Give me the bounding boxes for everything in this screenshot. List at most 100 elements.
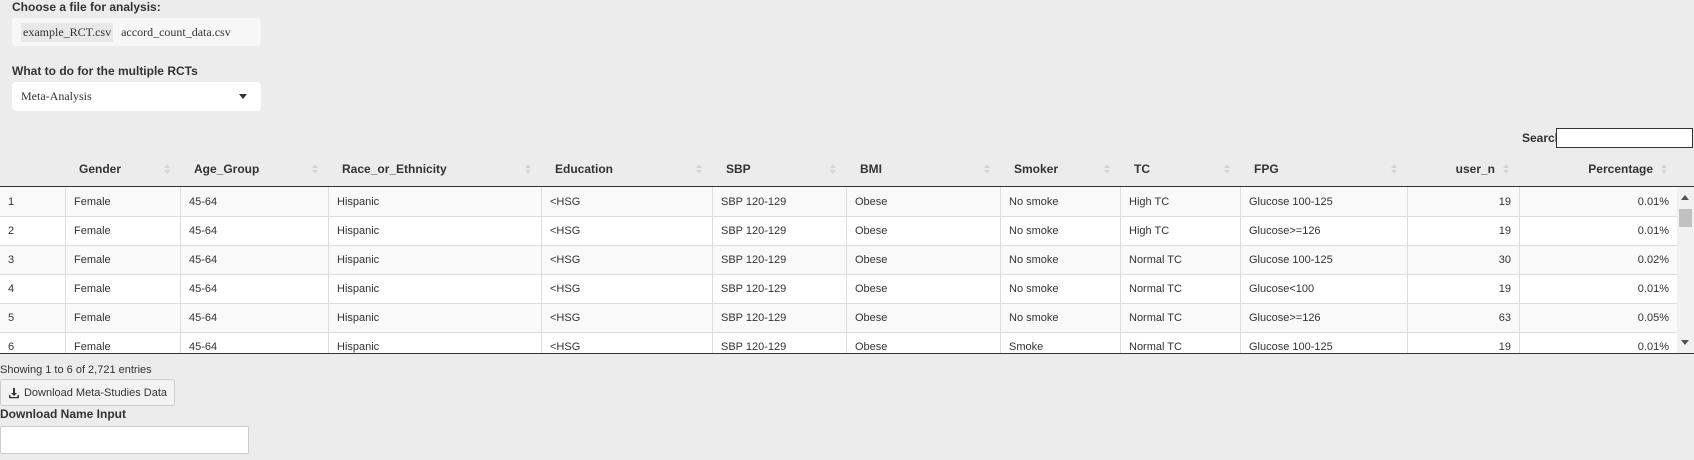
table-row[interactable]: 6 Female 45-64 Hispanic <HSG SBP 120-129… bbox=[0, 332, 1694, 353]
cell-tc: Normal TC bbox=[1120, 275, 1240, 303]
cell-percentage: 0.05% bbox=[1519, 304, 1677, 332]
sort-icon bbox=[525, 164, 531, 174]
column-header-fpg[interactable]: FPG bbox=[1240, 152, 1407, 186]
cell-gender: Female bbox=[65, 304, 180, 332]
cell-race-or-ethnicity: Hispanic bbox=[328, 333, 541, 353]
cell-index: 1 bbox=[8, 195, 15, 208]
column-header-education[interactable]: Education bbox=[541, 152, 712, 186]
table-info: Showing 1 to 6 of 2,721 entries bbox=[0, 364, 152, 376]
cell-percentage: 0.02% bbox=[1519, 246, 1677, 274]
download-icon bbox=[8, 387, 19, 398]
cell-smoker: No smoke bbox=[1000, 304, 1120, 332]
cell-gender: Female bbox=[65, 246, 180, 274]
download-meta-studies-button[interactable]: Download Meta-Studies Data bbox=[0, 379, 175, 406]
cell-sbp: SBP 120-129 bbox=[712, 333, 846, 353]
cell-age-group: 45-64 bbox=[180, 217, 328, 245]
rct-action-label: What to do for the multiple RCTs bbox=[12, 64, 198, 78]
column-header-bmi[interactable]: BMI bbox=[846, 152, 1000, 186]
cell-fpg: Glucose 100-125 bbox=[1240, 187, 1407, 216]
cell-percentage: 0.01% bbox=[1519, 275, 1677, 303]
cell-user-n: 19 bbox=[1407, 187, 1519, 216]
download-name-input[interactable] bbox=[0, 426, 249, 454]
file-option-accord-count[interactable]: accord_count_data.csv bbox=[121, 25, 231, 40]
cell-index: 5 bbox=[8, 312, 15, 324]
table-vertical-scrollbar[interactable] bbox=[1677, 187, 1694, 353]
cell-race-or-ethnicity: Hispanic bbox=[328, 217, 541, 245]
sort-icon bbox=[1104, 164, 1110, 174]
sort-icon bbox=[164, 164, 170, 174]
file-chooser[interactable]: example_RCT.csv accord_count_data.csv bbox=[12, 18, 261, 46]
cell-smoker: No smoke bbox=[1000, 187, 1120, 216]
cell-sbp: SBP 120-129 bbox=[712, 187, 846, 216]
cell-tc: Normal TC bbox=[1120, 333, 1240, 353]
cell-gender: Female bbox=[65, 187, 180, 216]
cell-education: <HSG bbox=[541, 246, 712, 274]
cell-user-n: 19 bbox=[1407, 275, 1519, 303]
file-option-example-rct[interactable]: example_RCT.csv bbox=[21, 22, 114, 42]
cell-sbp: SBP 120-129 bbox=[712, 246, 846, 274]
scroll-up-arrow-icon[interactable] bbox=[1681, 195, 1689, 200]
table-header: Gender Age_Group Race_or_Ethnicity Educa… bbox=[0, 152, 1694, 187]
cell-age-group: 45-64 bbox=[180, 275, 328, 303]
table-row[interactable]: 4 Female 45-64 Hispanic <HSG SBP 120-129… bbox=[0, 274, 1694, 303]
scrollbar-thumb[interactable] bbox=[1679, 209, 1692, 227]
cell-sbp: SBP 120-129 bbox=[712, 217, 846, 245]
cell-fpg: Glucose>=126 bbox=[1240, 217, 1407, 245]
cell-tc: High TC bbox=[1120, 217, 1240, 245]
sort-icon bbox=[1503, 164, 1509, 174]
cell-age-group: 45-64 bbox=[180, 333, 328, 353]
cell-smoker: No smoke bbox=[1000, 246, 1120, 274]
column-header-index[interactable] bbox=[0, 152, 65, 186]
column-header-tc[interactable]: TC bbox=[1120, 152, 1240, 186]
cell-race-or-ethnicity: Hispanic bbox=[328, 275, 541, 303]
cell-sbp: SBP 120-129 bbox=[712, 304, 846, 332]
sort-icon bbox=[312, 164, 318, 174]
table-row[interactable]: 2 Female 45-64 Hispanic <HSG SBP 120-129… bbox=[0, 216, 1694, 245]
sort-icon bbox=[984, 164, 990, 174]
cell-user-n: 19 bbox=[1407, 217, 1519, 245]
table-body[interactable]: 1 Female 45-64 Hispanic <HSG SBP 120-129… bbox=[0, 187, 1694, 354]
download-button-label: Download Meta-Studies Data bbox=[23, 386, 168, 399]
cell-education: <HSG bbox=[541, 333, 712, 353]
cell-bmi: Obese bbox=[846, 333, 1000, 353]
search-input[interactable] bbox=[1556, 128, 1693, 148]
cell-percentage: 0.01% bbox=[1519, 217, 1677, 245]
column-header-gender[interactable]: Gender bbox=[65, 152, 180, 186]
column-header-smoker[interactable]: Smoker bbox=[1000, 152, 1120, 186]
cell-education: <HSG bbox=[541, 187, 712, 216]
cell-fpg: Glucose 100-125 bbox=[1240, 333, 1407, 353]
column-header-percentage[interactable]: Percentage bbox=[1519, 152, 1677, 186]
column-header-sbp[interactable]: SBP bbox=[712, 152, 846, 186]
cell-race-or-ethnicity: Hispanic bbox=[328, 304, 541, 332]
cell-index: 6 bbox=[8, 341, 15, 353]
cell-race-or-ethnicity: Hispanic bbox=[328, 187, 541, 216]
cell-user-n: 30 bbox=[1407, 246, 1519, 274]
cell-smoker: No smoke bbox=[1000, 275, 1120, 303]
cell-fpg: Glucose>=126 bbox=[1240, 304, 1407, 332]
cell-tc: High TC bbox=[1120, 187, 1240, 216]
sort-icon bbox=[696, 164, 702, 174]
cell-tc: Normal TC bbox=[1120, 304, 1240, 332]
column-header-user-n[interactable]: user_n bbox=[1407, 152, 1519, 186]
cell-bmi: Obese bbox=[846, 304, 1000, 332]
cell-age-group: 45-64 bbox=[180, 187, 328, 216]
scroll-down-arrow-icon[interactable] bbox=[1681, 340, 1689, 345]
cell-fpg: Glucose<100 bbox=[1240, 275, 1407, 303]
data-table: Gender Age_Group Race_or_Ethnicity Educa… bbox=[0, 152, 1694, 354]
table-row[interactable]: 5 Female 45-64 Hispanic <HSG SBP 120-129… bbox=[0, 303, 1694, 332]
cell-smoker: Smoke bbox=[1000, 333, 1120, 353]
rct-action-selected-value: Meta-Analysis bbox=[21, 89, 92, 103]
download-name-label: Download Name Input bbox=[0, 407, 126, 421]
cell-fpg: Glucose 100-125 bbox=[1240, 246, 1407, 274]
cell-age-group: 45-64 bbox=[180, 304, 328, 332]
cell-bmi: Obese bbox=[846, 246, 1000, 274]
table-row[interactable]: 1 Female 45-64 Hispanic <HSG SBP 120-129… bbox=[0, 187, 1694, 216]
column-header-race-or-ethnicity[interactable]: Race_or_Ethnicity bbox=[328, 152, 541, 186]
rct-action-select[interactable]: Meta-Analysis bbox=[12, 82, 261, 111]
column-header-age-group[interactable]: Age_Group bbox=[180, 152, 328, 186]
cell-education: <HSG bbox=[541, 217, 712, 245]
cell-index: 4 bbox=[8, 283, 15, 295]
cell-education: <HSG bbox=[541, 304, 712, 332]
table-row[interactable]: 3 Female 45-64 Hispanic <HSG SBP 120-129… bbox=[0, 245, 1694, 274]
cell-bmi: Obese bbox=[846, 187, 1000, 216]
